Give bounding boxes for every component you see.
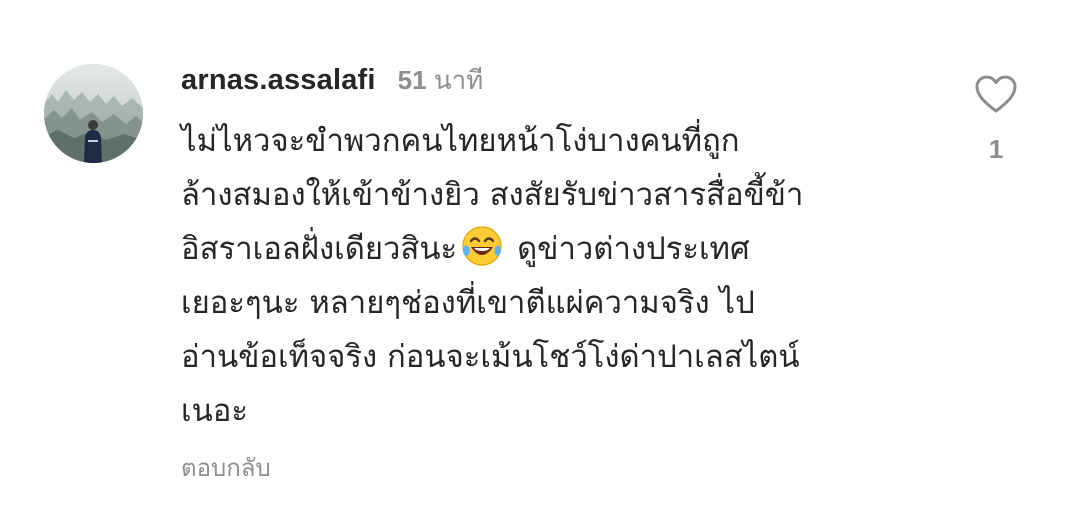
- comment-item: arnas.assalafi 51 นาที ไม่ไหวจะขำพวกคนไท…: [0, 0, 1079, 519]
- comment-line: ไม่ไหวจะขำพวกคนไทยหน้าโง่บางคนที่ถูก: [181, 123, 740, 159]
- comment-text: ไม่ไหวจะขำพวกคนไทยหน้าโง่บางคนที่ถูก ล้า…: [181, 114, 941, 438]
- like-control: 1: [970, 74, 1022, 165]
- heart-outline-icon[interactable]: [970, 74, 1022, 114]
- timestamp-value: 51: [397, 65, 427, 95]
- comment-line: เยอะๆนะ หลายๆช่องที่เขาตีแผ่ความจริง ไป: [181, 285, 755, 321]
- timestamp: 51 นาที: [398, 60, 484, 101]
- avatar-image: [44, 64, 143, 163]
- comment-line-part: อิสราเอลฝั่งเดียวสินะ: [181, 231, 458, 267]
- avatar[interactable]: [44, 64, 143, 163]
- timestamp-unit: นาที: [433, 65, 484, 95]
- username-link[interactable]: arnas.assalafi: [181, 64, 376, 97]
- face-with-tears-of-joy-emoji: [461, 225, 503, 267]
- like-count: 1: [988, 134, 1004, 164]
- comment-header: arnas.assalafi 51 นาที: [181, 60, 941, 96]
- comment-line: อิสราเอลฝั่งเดียวสินะ ดูข่าวต่างประเทศ: [181, 222, 941, 276]
- comment-line: เนอะ: [181, 393, 249, 429]
- reply-button[interactable]: ตอบกลับ: [181, 448, 271, 487]
- comment-line: อ่านข้อเท็จจริง ก่อนจะเม้นโชว์โง่ด่าปาเล…: [181, 339, 800, 375]
- comment-body: arnas.assalafi 51 นาที ไม่ไหวจะขำพวกคนไท…: [181, 60, 941, 438]
- comment-line: ล้างสมองให้เข้าข้างยิว สงสัยรับข่าวสารสื…: [181, 177, 804, 213]
- comment-line-part: ดูข่าวต่างประเทศ: [517, 231, 750, 267]
